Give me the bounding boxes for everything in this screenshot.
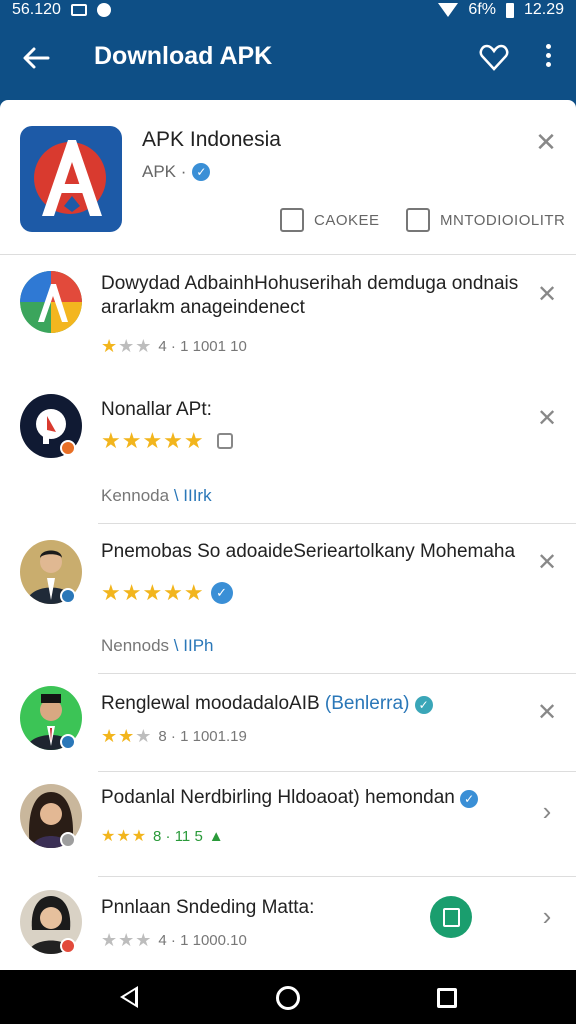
status-badge: [60, 440, 76, 456]
share-label: CAOKEE: [314, 211, 380, 229]
rating-stars: ★★★★★: [101, 580, 205, 605]
system-nav-bar: [0, 970, 576, 1024]
battery-icon: [505, 2, 514, 18]
divider: [98, 876, 576, 877]
nav-back-icon[interactable]: [120, 986, 138, 1008]
subtitle-label: Nennods: [101, 636, 170, 655]
rating-row: ★★★★★: [101, 428, 233, 454]
list-item-title[interactable]: Pnemobas So adoaideSerieartolkany Mohema…: [101, 540, 521, 564]
dismiss-icon[interactable]: ✕: [536, 701, 558, 725]
rating-meta: 8 · 11 5: [153, 827, 203, 845]
divider: [98, 523, 576, 524]
review-label: MNTODIOIOLITR: [440, 211, 566, 229]
rating-stars: ★★★★★: [101, 428, 205, 453]
status-bar: 56.120 6f% 12.29: [0, 0, 576, 22]
content-card: APK Indonesia APK · ✓ ✕ CAOKEE MNTODIOIO…: [0, 100, 576, 970]
list-item-title[interactable]: Nonallar APt:: [101, 398, 521, 422]
dismiss-icon[interactable]: ✕: [536, 407, 558, 431]
status-time-right: 12.29: [523, 1, 564, 18]
favorite-icon[interactable]: [478, 42, 510, 74]
rating-row: ★★★ 8 · 1 1001.19: [101, 726, 247, 747]
share-icon: [280, 208, 304, 232]
share-button[interactable]: CAOKEE: [280, 208, 380, 232]
subtitle-tag: \ IIPh: [173, 636, 214, 655]
avatar[interactable]: [20, 270, 82, 334]
comment-icon: [406, 208, 430, 232]
sim-icon: [70, 4, 87, 16]
chevron-right-icon[interactable]: ›: [537, 903, 557, 929]
divider: [98, 771, 576, 772]
dismiss-icon[interactable]: ✕: [536, 551, 558, 575]
nav-home-icon[interactable]: [276, 986, 300, 1010]
verified-badge: [60, 734, 76, 750]
thumbs-up-icon[interactable]: [216, 433, 233, 449]
divider: [0, 254, 576, 255]
rating-row: ★★★ 4 · 1 1000.10: [101, 930, 247, 951]
notification-icon: [96, 3, 111, 17]
status-badge: [60, 832, 76, 848]
message-fab-button[interactable]: [430, 896, 472, 938]
app-name: APK Indonesia: [142, 128, 281, 151]
battery-percent: 6f%: [468, 1, 496, 18]
divider: [98, 673, 576, 674]
list-item-title[interactable]: Podanlal Nerdbirling Hldoaoat) hemondan …: [101, 786, 521, 810]
list-item-subtitle: Kennoda \ IIIrk: [101, 486, 212, 506]
verified-badge: [60, 588, 76, 604]
app-logo-icon: [20, 126, 122, 232]
title-text: Podanlal Nerdbirling Hldoaoat) hemondan: [101, 787, 455, 808]
rating-meta: 4 · 1 1001 10: [158, 338, 247, 355]
rating-stars: ★★★: [101, 930, 153, 950]
title-accent: (Benlerra): [324, 693, 410, 714]
verified-icon: ✓: [210, 582, 233, 604]
rating-row: ★★★ 4 · 1 1001 10: [101, 336, 247, 357]
chevron-right-icon[interactable]: ›: [537, 798, 557, 824]
rating-meta: 4 · 1 1000.10: [158, 932, 247, 949]
rating-meta: 8 · 1 1001.19: [158, 728, 247, 745]
status-badge: [60, 938, 76, 954]
page-title: Download APK: [94, 42, 273, 70]
verified-icon: ✓: [414, 696, 433, 714]
back-arrow-icon[interactable]: [20, 42, 52, 74]
trending-icon: ▲: [208, 827, 224, 845]
rating-stars: ★★★: [101, 828, 148, 845]
more-options-icon[interactable]: [538, 40, 558, 76]
list-item-title[interactable]: Renglewal moodadaloAIB (Benlerra) ✓: [101, 692, 521, 716]
verified-icon: ✓: [460, 790, 479, 808]
review-button[interactable]: MNTODIOIOLITR: [406, 208, 565, 232]
dismiss-icon[interactable]: ✕: [536, 283, 558, 307]
rating-stars: ★★★: [101, 726, 153, 746]
status-time-left: 56.120: [12, 1, 61, 18]
wifi-icon: [438, 3, 459, 17]
close-icon[interactable]: ✕: [534, 129, 558, 155]
developer-line: APK · ✓: [142, 162, 211, 182]
list-item-title[interactable]: Dowydad AdbainhHohuserihah demduga ondna…: [101, 272, 521, 320]
verified-icon: ✓: [192, 163, 211, 181]
rating-row: ★★★★★ ✓: [101, 580, 233, 606]
developer-name: APK ·: [142, 162, 187, 181]
list-item-subtitle: Nennods \ IIPh: [101, 636, 213, 656]
app-bar: Download APK: [0, 22, 576, 94]
nav-recents-icon[interactable]: [437, 988, 457, 1008]
subtitle-label: Kennoda: [101, 486, 170, 505]
title-main: Renglewal moodadaloAIB: [101, 693, 320, 714]
rating-stars: ★★★: [101, 336, 153, 356]
subtitle-tag: \ IIIrk: [173, 486, 212, 505]
rating-row: ★★★ 8 · 11 5 ▲: [101, 826, 224, 846]
